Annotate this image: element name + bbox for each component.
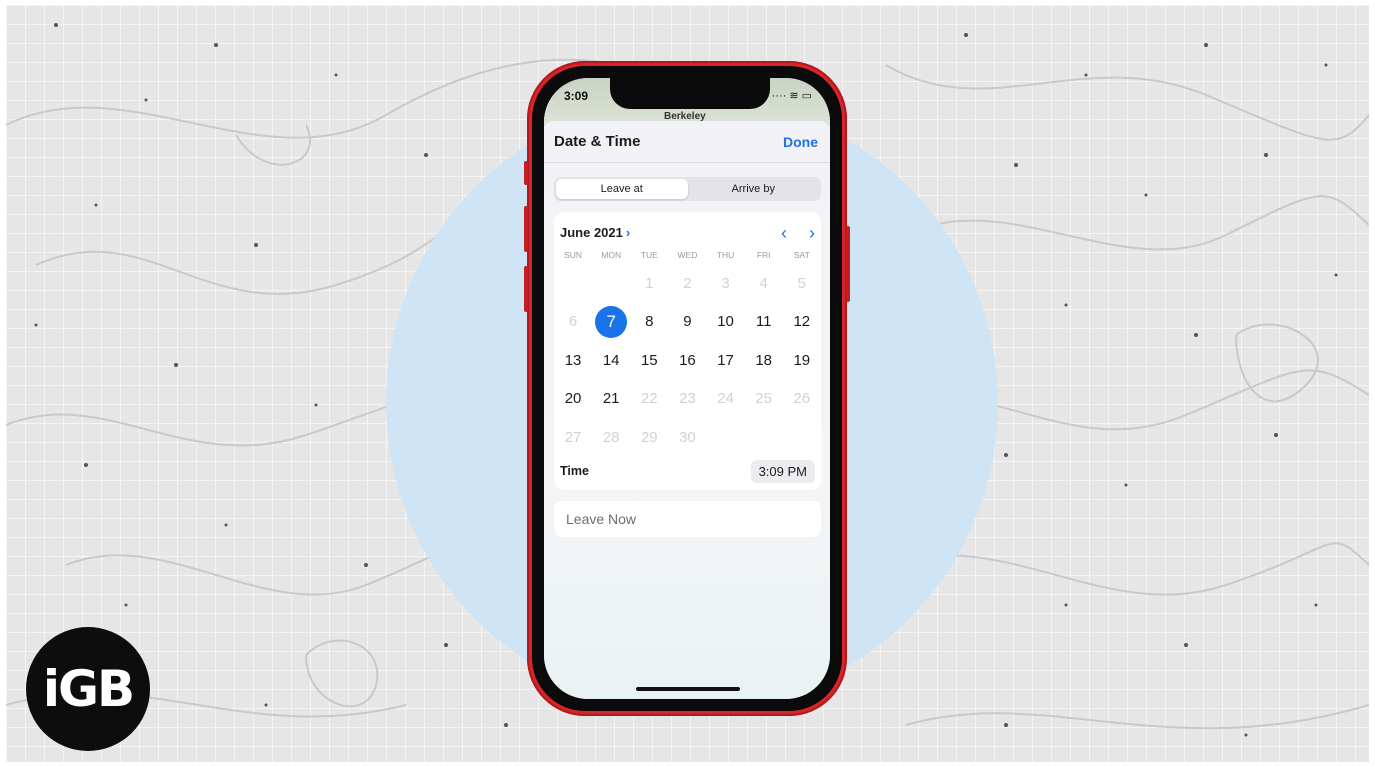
calendar-day: 24 — [717, 390, 734, 408]
status-time: 3:09 — [564, 89, 589, 103]
calendar-day[interactable]: 16 — [668, 341, 706, 380]
calendar-day[interactable]: 13 — [554, 341, 592, 380]
segment-leave-at[interactable]: Leave at — [556, 179, 688, 199]
calendar-day: 1 — [645, 274, 654, 292]
calendar-day[interactable]: 8 — [630, 303, 668, 342]
weekday-label: THU — [716, 250, 735, 260]
calendar-day: 30 — [679, 428, 696, 446]
notch — [610, 78, 770, 109]
weekday-label: MON — [601, 250, 622, 260]
calendar-day: 29 — [640, 428, 658, 446]
sheet-title: Date & Time — [554, 133, 641, 150]
calendar-day: 26 — [793, 390, 811, 408]
calendar-day[interactable]: 12 — [783, 303, 821, 342]
calendar-card: June 2021 › ‹ › SUN MON TUE WED THU FRI SAT 1 2 3 4… — [554, 212, 821, 490]
iphone-frame: 3:09 ···· ≋ ▭ Berkeley Date & Time Done … — [524, 61, 850, 716]
weekday-label: SAT — [793, 250, 810, 260]
volume-down-button — [524, 266, 528, 312]
time-picker-button[interactable]: 3:09 PM — [750, 459, 815, 483]
calendar-empty-cell — [745, 418, 783, 457]
weekday-label: FRI — [756, 250, 771, 260]
calendar-day: 27 — [564, 428, 582, 446]
calendar-day: 22 — [640, 390, 658, 408]
calendar-empty-cell — [592, 264, 630, 303]
month-label: June 2021 — [560, 225, 623, 240]
calendar-empty-cell — [783, 418, 821, 457]
calendar-day-selected[interactable]: 7 — [592, 303, 630, 342]
month-picker[interactable]: June 2021 › — [560, 224, 630, 242]
mute-switch — [524, 161, 528, 185]
date-time-sheet: Date & Time Done Leave at Arrive by June… — [544, 121, 830, 699]
power-button — [846, 226, 850, 302]
next-month-icon[interactable]: › — [809, 223, 815, 244]
weekday-label: WED — [677, 250, 698, 260]
calendar-empty-cell — [707, 418, 745, 457]
calendar-day[interactable]: 21 — [592, 380, 630, 419]
calendar-day: 3 — [721, 274, 730, 292]
phone-bezel: 3:09 ···· ≋ ▭ Berkeley Date & Time Done … — [532, 66, 842, 711]
leave-now-option[interactable]: Leave Now — [554, 501, 821, 537]
sheet-header: Date & Time Done — [544, 121, 830, 163]
time-label: Time — [560, 464, 589, 478]
calendar-day[interactable]: 15 — [630, 341, 668, 380]
month-nav: ‹ › — [781, 223, 815, 244]
calendar-day[interactable]: 11 — [745, 303, 783, 342]
calendar-day: 5 — [797, 274, 806, 292]
calendar-day: 4 — [759, 274, 768, 292]
calendar-grid: SUN MON TUE WED THU FRI SAT 1 2 3 4 5 6 7 8 9 10 11 12 13 14… — [554, 250, 821, 457]
calendar-day[interactable]: 9 — [668, 303, 706, 342]
weekday-label: SUN — [564, 250, 583, 260]
status-icons: ···· ≋ ▭ — [771, 90, 812, 102]
weekday-label: TUE — [640, 250, 658, 260]
calendar-day[interactable]: 18 — [745, 341, 783, 380]
calendar-day[interactable]: 17 — [707, 341, 745, 380]
brand-logo: iGB — [26, 627, 150, 751]
chevron-right-icon: › — [625, 225, 631, 240]
selected-day-circle: 7 — [595, 305, 628, 338]
calendar-day: 28 — [602, 428, 620, 446]
time-row: Time 3:09 PM — [560, 459, 815, 483]
done-button[interactable]: Done — [783, 134, 818, 150]
calendar-day[interactable]: 10 — [707, 303, 745, 342]
calendar-empty-cell — [554, 264, 592, 303]
home-indicator — [636, 687, 740, 691]
calendar-day: 25 — [755, 390, 773, 408]
calendar-day: 23 — [679, 390, 696, 408]
calendar-day: 6 — [568, 313, 578, 331]
segment-arrive-by[interactable]: Arrive by — [688, 179, 820, 199]
month-header: June 2021 › ‹ › — [560, 223, 815, 244]
phone-screen: 3:09 ···· ≋ ▭ Berkeley Date & Time Done … — [544, 78, 830, 699]
calendar-day[interactable]: 20 — [554, 380, 592, 419]
previous-month-icon[interactable]: ‹ — [781, 223, 787, 244]
volume-up-button — [524, 206, 528, 252]
calendar-day[interactable]: 19 — [783, 341, 821, 380]
leave-arrive-segmented-control: Leave at Arrive by — [554, 177, 821, 201]
calendar-day[interactable]: 14 — [592, 341, 630, 380]
calendar-day: 2 — [683, 274, 692, 292]
